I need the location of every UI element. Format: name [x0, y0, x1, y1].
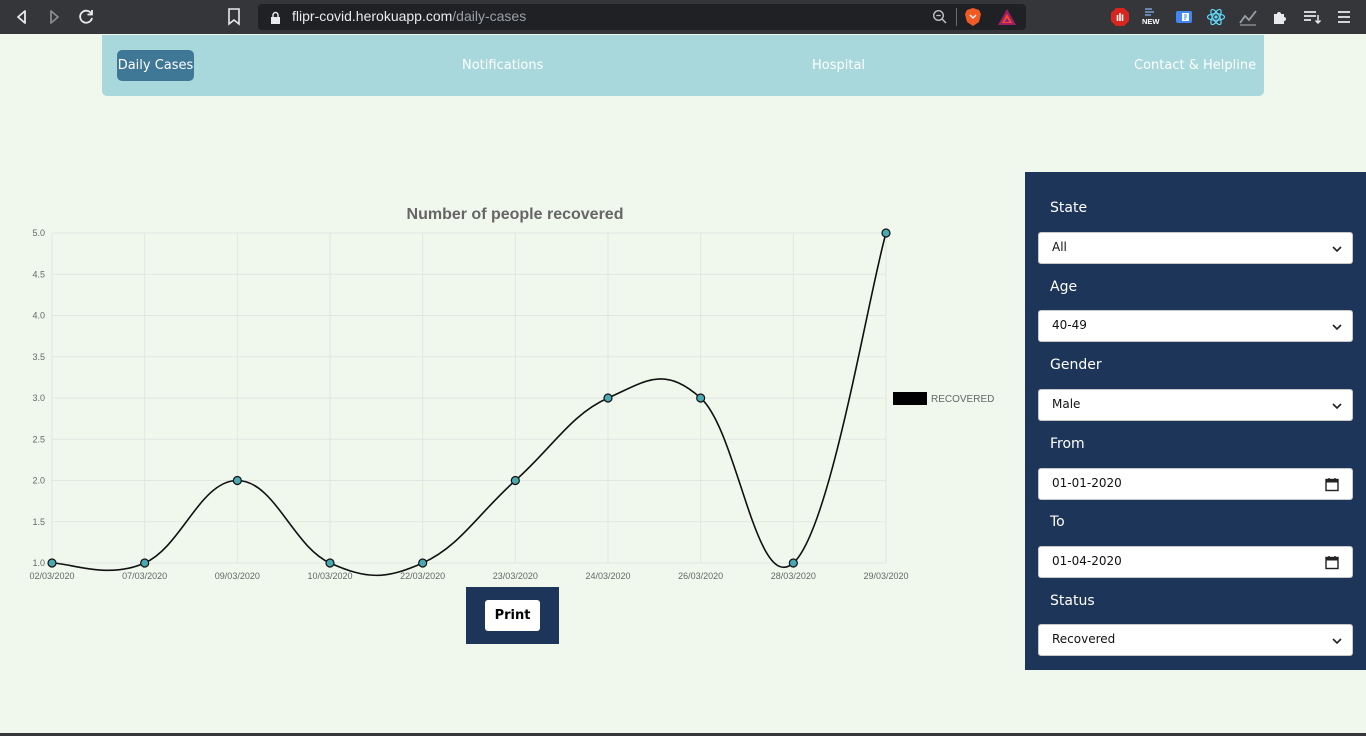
data-point[interactable]: [325, 558, 335, 568]
y-tick-label: 2.0: [32, 476, 45, 486]
recovered-line-chart: Number of people recovered 1.0 1.5 2.0 2.5 3…: [29, 206, 994, 581]
legend-label: RECOVERED: [931, 394, 994, 405]
x-tick-label: 02/03/2020: [29, 571, 74, 581]
series-line-recovered: [51, 232, 887, 577]
y-tick-label: 2.5: [32, 434, 45, 444]
from-date-input[interactable]: 01-01-2020: [1038, 468, 1353, 500]
url-host: flipr-covid.herokuapp.com: [292, 8, 453, 24]
filter-panel: State All Age 40-49 Gender Male From 01-…: [1025, 172, 1366, 670]
brave-rewards-icon[interactable]: [997, 8, 1017, 26]
data-point[interactable]: [603, 393, 613, 403]
status-value: Recovered: [1052, 632, 1116, 646]
chevron-down-icon: [1332, 638, 1342, 645]
nav-daily-cases[interactable]: Daily Cases: [117, 50, 194, 81]
new-badge-text: NEW: [1142, 17, 1160, 26]
forward-icon[interactable]: [43, 6, 65, 28]
to-date-input[interactable]: 01-04-2020: [1038, 546, 1353, 578]
status-select[interactable]: Recovered: [1038, 624, 1353, 656]
y-tick-label: 3.5: [32, 352, 45, 362]
url-text: flipr-covid.herokuapp.com/daily-cases: [292, 8, 526, 24]
data-point[interactable]: [881, 228, 891, 238]
data-point[interactable]: [788, 558, 798, 568]
nav-hospital[interactable]: Hospital: [812, 50, 865, 81]
analytics-extension-icon[interactable]: [1238, 7, 1258, 27]
from-label: From: [1050, 436, 1085, 452]
y-tick-label: 4.0: [32, 311, 45, 321]
url-path: /daily-cases: [452, 8, 527, 24]
x-tick-label: 09/03/2020: [215, 571, 260, 581]
reading-list-icon[interactable]: [1302, 7, 1322, 27]
bookmark-icon[interactable]: [227, 7, 241, 26]
y-tick-label: 1.0: [32, 558, 45, 568]
react-devtools-icon[interactable]: [1206, 7, 1226, 27]
x-tick-label: 22/03/2020: [400, 571, 445, 581]
new-extension-icon[interactable]: NEW: [1142, 7, 1162, 27]
x-tick-label: 23/03/2020: [493, 571, 538, 581]
chevron-down-icon: [1332, 324, 1342, 331]
gender-label: Gender: [1050, 357, 1102, 373]
x-tick-label: 07/03/2020: [122, 571, 167, 581]
age-select[interactable]: 40-49: [1038, 310, 1353, 342]
y-tick-label: 4.5: [32, 269, 45, 279]
brave-shields-icon[interactable]: [964, 7, 982, 27]
legend-swatch: [893, 392, 927, 405]
gender-select[interactable]: Male: [1038, 389, 1353, 421]
data-point[interactable]: [510, 475, 520, 486]
url-divider: [956, 8, 957, 26]
nav-notifications[interactable]: Notifications: [462, 50, 543, 81]
status-label: Status: [1050, 593, 1095, 609]
nav-contact-helpline[interactable]: Contact & Helpline: [1134, 50, 1256, 81]
main-navbar: Daily Cases Notifications Hospital Conta…: [102, 35, 1264, 96]
to-label: To: [1050, 514, 1065, 530]
state-label: State: [1050, 200, 1088, 216]
browser-toolbar: flipr-covid.herokuapp.com/daily-cases NE…: [0, 0, 1366, 34]
x-tick-label: 24/03/2020: [585, 571, 630, 581]
calendar-icon[interactable]: [1325, 477, 1339, 492]
data-point[interactable]: [418, 558, 428, 568]
x-tick-label: 10/03/2020: [307, 571, 352, 581]
x-tick-label: 29/03/2020: [863, 571, 908, 581]
chart-title: Number of people recovered: [407, 206, 624, 223]
data-point[interactable]: [696, 393, 706, 403]
menu-icon[interactable]: [1334, 7, 1354, 27]
chevron-down-icon: [1332, 246, 1342, 253]
age-value: 40-49: [1052, 318, 1087, 332]
translate-extension-icon[interactable]: [1174, 7, 1194, 27]
puzzle-extensions-icon[interactable]: [1270, 7, 1290, 27]
data-point[interactable]: [232, 475, 242, 486]
reload-icon[interactable]: [75, 6, 97, 28]
state-value: All: [1052, 240, 1067, 254]
print-button[interactable]: Print: [485, 600, 540, 631]
gender-value: Male: [1052, 397, 1081, 411]
adblock-extension-icon[interactable]: [1110, 7, 1130, 27]
x-tick-label: 26/03/2020: [678, 571, 723, 581]
chevron-down-icon: [1332, 403, 1342, 410]
lock-icon: [270, 10, 281, 24]
zoom-out-icon[interactable]: [932, 9, 948, 25]
address-bar[interactable]: flipr-covid.herokuapp.com/daily-cases: [258, 4, 1026, 30]
x-tick-label: 28/03/2020: [771, 571, 816, 581]
y-tick-label: 3.0: [32, 393, 45, 403]
age-label: Age: [1050, 279, 1078, 295]
to-date-value: 01-04-2020: [1052, 554, 1122, 568]
data-point[interactable]: [140, 558, 150, 568]
y-tick-label: 5.0: [32, 228, 45, 238]
data-point[interactable]: [47, 558, 57, 568]
back-icon[interactable]: [11, 6, 33, 28]
from-date-value: 01-01-2020: [1052, 476, 1122, 490]
calendar-icon[interactable]: [1325, 555, 1339, 570]
print-container: Print: [466, 587, 559, 644]
state-select[interactable]: All: [1038, 232, 1353, 264]
y-tick-label: 1.5: [32, 517, 45, 527]
